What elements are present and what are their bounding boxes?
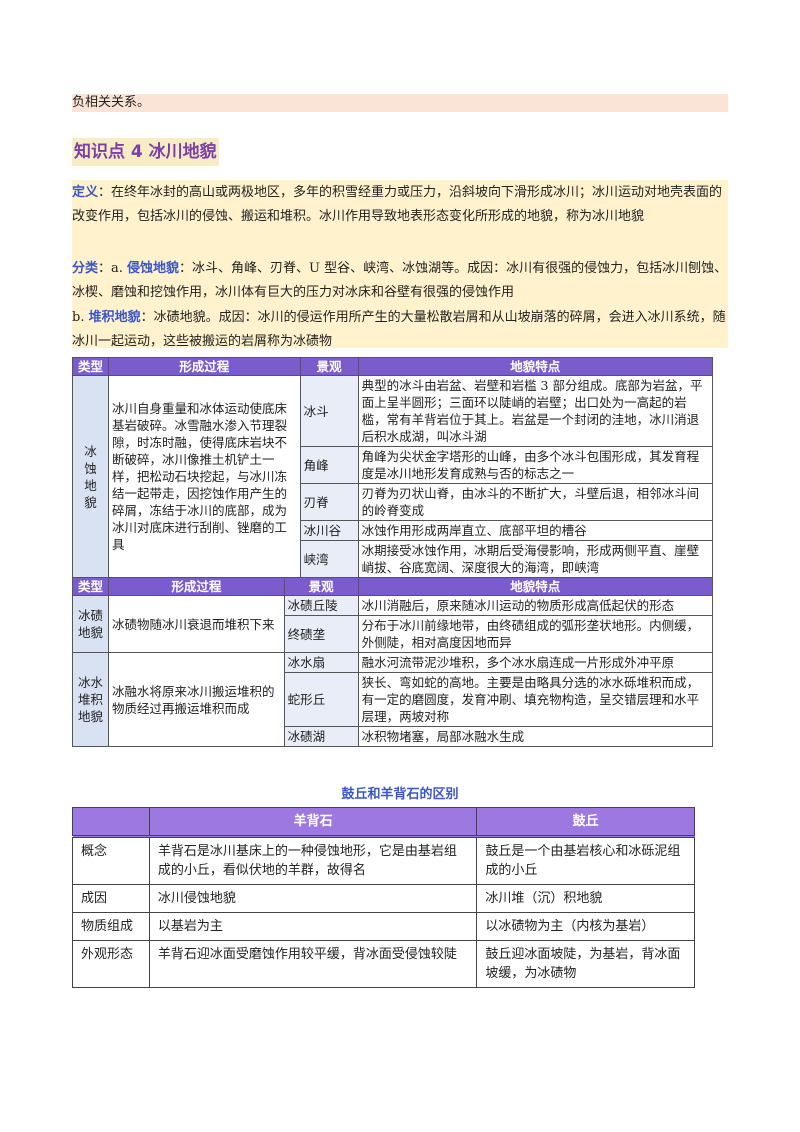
landform-cell: 蛇形丘	[283, 672, 359, 727]
roche-cell: 羊背石迎冰面受磨蚀作用较平缓，背冰面受侵蚀较陡	[148, 940, 478, 988]
top-continuation-text: 负相关关系。	[72, 94, 728, 112]
table-header-row: 类型 形成过程 景观 地貌特点	[72, 577, 714, 596]
feature-cell: 冰川消融后，原来随冰川运动的物质形成高低起伏的形态	[357, 595, 714, 616]
definition-paragraph: 定义：在终年冰封的高山或两极地区，多年的积雪经重力或压力，沿斜坡向下滑形成冰川；…	[72, 181, 728, 229]
header-landform: 景观	[283, 577, 359, 596]
feature-cell: 融水河流带泥沙堆积，多个冰水扇连成一片形成外冲平原	[357, 652, 714, 673]
table-row: 冰水堆积地貌 冰融水将原来冰川搬运堆积的物质经过再搬运堆积而成 冰水扇 融水河流…	[72, 652, 714, 747]
header-blank	[72, 807, 150, 838]
section-heading: 知识点 4 冰川地貌	[72, 138, 219, 166]
classification-label: 分类	[72, 261, 99, 276]
classification-a-prefix: ：a.	[98, 261, 128, 276]
item-cell: 物质组成	[72, 912, 150, 941]
comparison-table: 羊背石 鼓丘 概念 羊背石是冰川基床上的一种侵蚀地形，它是由基岩组成的小丘，看似…	[72, 807, 695, 988]
feature-cell: 角峰为尖状金字塔形的山峰，由多个冰斗包围形成，其发育程度是冰川地形发育成熟与否的…	[357, 446, 714, 484]
definition-text: ：在终年冰封的高山或两极地区，多年的积雪经重力或压力，沿斜坡向下滑形成冰川；冰川…	[72, 185, 723, 224]
header-roche-moutonnee: 羊背石	[148, 807, 478, 838]
comparison-table-title: 鼓丘和羊背石的区别	[341, 787, 459, 802]
landform-cell: 终碛垄	[283, 615, 359, 653]
category-cell: 冰蚀地貌	[72, 375, 109, 578]
feature-cell: 冰积物堵塞，局部冰融水生成	[357, 726, 714, 747]
landform-cell: 刃脊	[299, 483, 359, 521]
landform-cell: 冰川谷	[299, 520, 359, 541]
erosion-landform-label: 侵蚀地貌	[127, 261, 180, 276]
classification-b-prefix: b.	[72, 310, 89, 325]
header-landform: 景观	[299, 357, 359, 376]
definition-label: 定义	[72, 185, 99, 200]
roche-cell: 冰川侵蚀地貌	[148, 884, 478, 913]
header-feature: 地貌特点	[357, 577, 714, 596]
drumlin-cell: 冰川堆（沉）积地貌	[476, 884, 695, 913]
header-process: 形成过程	[107, 357, 301, 376]
table-header-row: 羊背石 鼓丘	[72, 807, 695, 838]
category-cell: 冰碛地貌	[72, 595, 109, 653]
deposition-landform-label: 堆积地貌	[88, 310, 141, 325]
roche-cell: 羊背石是冰川基床上的一种侵蚀地形，它是由基岩组成的小丘，看似伏地的羊群，故得名	[148, 836, 478, 885]
landform-cell: 冰碛湖	[283, 726, 359, 747]
item-cell: 外观形态	[72, 940, 150, 988]
deposition-landform-table: 类型 形成过程 景观 地貌特点 冰碛地貌 冰碛物随冰川衰退而堆积下来 冰碛丘陵 …	[72, 577, 714, 747]
item-cell: 概念	[72, 836, 150, 885]
category-cell: 冰水堆积地貌	[72, 652, 109, 747]
feature-cell: 刃脊为刃状山脊，由冰斗的不断扩大，斗壁后退，相邻冰斗间的岭脊变成	[357, 483, 714, 521]
landform-cell: 角峰	[299, 446, 359, 484]
process-cell: 冰碛物随冰川衰退而堆积下来	[107, 595, 285, 653]
landform-cell: 冰斗	[299, 375, 359, 447]
landform-cell: 冰碛丘陵	[283, 595, 359, 616]
classification-b-text: ：冰碛地貌。成因：冰川的侵运作用所产生的大量松散岩屑和从山坡崩落的碎屑，会进入冰…	[72, 310, 726, 349]
header-process: 形成过程	[107, 577, 285, 596]
table-row: 冰碛地貌 冰碛物随冰川衰退而堆积下来 冰碛丘陵 冰川消融后，原来随冰川运动的物质…	[72, 595, 714, 653]
landform-cell: 峡湾	[299, 540, 359, 578]
landform-cell: 冰水扇	[283, 652, 359, 673]
drumlin-cell: 鼓丘迎冰面坡陡，为基岩，背冰面坡缓，为冰碛物	[476, 940, 695, 988]
process-cell: 冰川自身重量和冰体运动使底床基岩破碎。冰雪融水渗入节理裂隙，时冻时融，使得底床岩…	[107, 375, 301, 578]
header-drumlin: 鼓丘	[476, 807, 695, 838]
erosion-landform-table: 类型 形成过程 景观 地貌特点 冰蚀地貌 冰川自身重量和冰体运动使底床基岩破碎。…	[72, 357, 714, 578]
classification-a-paragraph: 分类：a. 侵蚀地貌：冰斗、角峰、刃脊、U 型谷、峡湾、冰蚀湖等。成因：冰川有很…	[72, 257, 728, 305]
drumlin-cell: 鼓丘是一个由基岩核心和冰砾泥组成的小丘	[476, 836, 695, 885]
feature-cell: 冰期接受冰蚀作用，冰期后受海侵影响，形成两侧平直、崖壁峭拔、谷底宽阔、深度很大的…	[357, 540, 714, 578]
table-header-row: 类型 形成过程 景观 地貌特点	[72, 357, 714, 376]
table-row: 外观形态 羊背石迎冰面受磨蚀作用较平缓，背冰面受侵蚀较陡 鼓丘迎冰面坡陡，为基岩…	[72, 940, 695, 988]
feature-cell: 分布于冰川前缘地带，由终碛组成的弧形垄状地形。内侧缓，外侧陡，相对高度因地而异	[357, 615, 714, 653]
header-feature: 地貌特点	[357, 357, 714, 376]
table-row: 物质组成 以基岩为主 以冰碛物为主（内核为基岩）	[72, 912, 695, 941]
feature-cell: 狭长、弯如蛇的高地。主要是由略具分选的冰水砾堆积而成，有一定的磨圆度，发育冲刷、…	[357, 672, 714, 727]
process-cell: 冰融水将原来冰川搬运堆积的物质经过再搬运堆积而成	[107, 652, 285, 747]
item-cell: 成因	[72, 884, 150, 913]
feature-cell: 冰蚀作用形成两岸直立、底部平坦的槽谷	[357, 520, 714, 541]
roche-cell: 以基岩为主	[148, 912, 478, 941]
table-row: 成因 冰川侵蚀地貌 冰川堆（沉）积地貌	[72, 884, 695, 913]
header-type: 类型	[72, 577, 109, 596]
table-row: 冰蚀地貌 冰川自身重量和冰体运动使底床基岩破碎。冰雪融水渗入节理裂隙，时冻时融，…	[72, 375, 714, 578]
header-type: 类型	[72, 357, 109, 376]
drumlin-cell: 以冰碛物为主（内核为基岩）	[476, 912, 695, 941]
feature-cell: 典型的冰斗由岩盆、岩壁和岩槛 3 部分组成。底部为岩盆，平面上呈半圆形；三面环以…	[357, 375, 714, 447]
table-row: 概念 羊背石是冰川基床上的一种侵蚀地形，它是由基岩组成的小丘，看似伏地的羊群，故…	[72, 836, 695, 885]
classification-b-paragraph: b. 堆积地貌：冰碛地貌。成因：冰川的侵运作用所产生的大量松散岩屑和从山坡崩落的…	[72, 306, 728, 354]
